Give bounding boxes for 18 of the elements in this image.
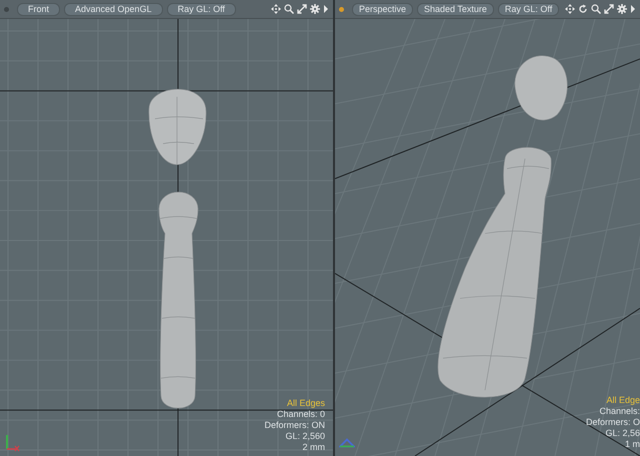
viewport-stat-text: 1 m xyxy=(624,439,640,450)
viewport-option-button[interactable]: Shaded Texture xyxy=(417,2,494,16)
viewport-option-button[interactable]: Ray GL: Off xyxy=(498,2,560,16)
viewport[interactable]: Perspective Shaded Texture Ray GL: Off All Edge Channels: Deformers: O GL: 2,56 1 m xyxy=(335,0,640,456)
viewport[interactable]: Front Advanced OpenGL Ray GL: Off All Edges Channels: 0 Deformers: ON GL: 2,560 2 mm xyxy=(0,0,333,456)
viewport-option-button[interactable]: Advanced OpenGL xyxy=(64,2,163,16)
viewport-stat-text: GL: 2,56 xyxy=(605,428,640,439)
selection-mode-label: All Edges xyxy=(286,398,325,409)
viewport-stat-text: Deformers: O xyxy=(586,417,640,428)
viewport-stat-text: GL: 2,560 xyxy=(285,431,325,442)
viewport-stat-text: Channels: xyxy=(599,406,640,417)
viewport-stat-text: 2 mm xyxy=(302,442,325,453)
viewport-option-button[interactable]: Perspective xyxy=(352,2,414,16)
viewport-option-button[interactable]: Ray GL: Off xyxy=(166,2,236,16)
viewport-stat-text: Channels: 0 xyxy=(276,409,325,420)
viewport-stat-text: Deformers: ON xyxy=(264,420,325,431)
selection-mode-label: All Edge xyxy=(606,395,640,406)
viewport-option-button[interactable]: Front xyxy=(17,2,60,16)
